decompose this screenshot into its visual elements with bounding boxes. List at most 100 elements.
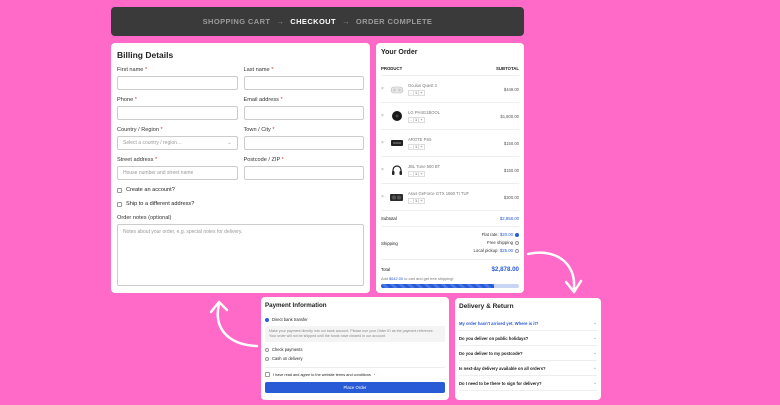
- radio-selected-icon: [515, 232, 519, 237]
- street-field[interactable]: House number and street name: [117, 166, 238, 180]
- shipping-label: Shipping: [381, 240, 398, 246]
- delivery-title: Delivery & Return: [459, 303, 514, 310]
- ship-different-label: Ship to a different address?: [126, 201, 195, 207]
- quantity-stepper[interactable]: -1 +: [408, 170, 425, 177]
- chevron-down-icon: ⌄: [592, 335, 597, 341]
- first-name-label: First name *: [117, 67, 148, 73]
- create-account-checkbox[interactable]: Create an account?: [117, 187, 364, 193]
- progress-fill: [381, 284, 495, 288]
- payment-panel: Payment Information Direct bank transfer…: [261, 297, 449, 400]
- item-price: $150.00: [503, 140, 519, 146]
- step-checkout: CHECKOUT: [290, 17, 336, 26]
- gpu-icon: [389, 192, 404, 203]
- subtotal-label: Subtotal: [381, 216, 397, 221]
- item-name: LG PH4G1BOOL: [408, 109, 441, 115]
- order-item: × Asus GeForce GTX 1660 TI TUF -1 + $300.00: [381, 184, 519, 211]
- postcode-label: Postcode / ZIP *: [243, 157, 284, 163]
- email-field[interactable]: [243, 106, 364, 120]
- quantity-stepper[interactable]: -1 +: [408, 116, 425, 123]
- increase-button[interactable]: +: [419, 145, 424, 149]
- faq-question: Do I need to be there to sign for delive…: [459, 380, 542, 386]
- item-name: Asus GeForce GTX 1660 TI TUF: [408, 190, 470, 196]
- vr-headset-icon: [389, 84, 404, 95]
- faq-item[interactable]: My order hasn't arrived yet. Where is it…: [459, 316, 597, 331]
- radio-icon: [265, 356, 269, 361]
- item-price: $1,800.00: [500, 113, 519, 119]
- faq-item[interactable]: Do you deliver on public holidays? ⌄: [459, 331, 597, 346]
- payment-option-cod[interactable]: Cash on delivery: [265, 356, 445, 361]
- remove-item-icon[interactable]: ×: [381, 140, 389, 146]
- increase-button[interactable]: +: [419, 118, 424, 122]
- quantity-stepper[interactable]: -1 +: [408, 89, 425, 96]
- country-label: Country / Region *: [117, 127, 163, 133]
- subtotal-row: Subtotal $2,858.00: [381, 211, 519, 227]
- billing-details-panel: Billing Details First name * Last name *…: [111, 43, 370, 293]
- shipping-option-free[interactable]: Free shipping: [474, 239, 519, 247]
- shipping-row: Shipping Flat rate: $20.00 Free shipping…: [381, 227, 519, 260]
- checkbox-icon: [117, 187, 122, 193]
- faq-list: My order hasn't arrived yet. Where is it…: [459, 316, 597, 391]
- country-placeholder: Select a country / region…: [123, 140, 182, 146]
- speaker-icon: [389, 111, 404, 122]
- free-shipping-progress: [381, 284, 519, 288]
- terms-checkbox[interactable]: I have read and agree to the website ter…: [265, 367, 445, 377]
- billing-title: Billing Details: [117, 50, 174, 60]
- faq-item[interactable]: Do I need to be there to sign for delive…: [459, 376, 597, 391]
- faq-item[interactable]: Is next-day delivery available on all or…: [459, 361, 597, 376]
- your-order-panel: Your Order PRODUCT SUBTOTAL × Oculus Ques…: [376, 43, 524, 293]
- increase-button[interactable]: +: [419, 172, 424, 176]
- item-name: JBL Tune 500 BT: [408, 163, 441, 169]
- order-item: × Oculus Quest 3-1 + $449.00: [381, 76, 519, 103]
- email-label: Email address *: [243, 97, 283, 103]
- phone-field[interactable]: [117, 106, 238, 120]
- radio-icon: [515, 248, 519, 253]
- remove-item-icon[interactable]: ×: [381, 194, 389, 200]
- payment-option-bank[interactable]: Direct bank transfer: [265, 317, 445, 322]
- delivery-return-panel: Delivery & Return My order hasn't arrive…: [455, 298, 601, 400]
- order-title: Your Order: [381, 49, 418, 56]
- street-label: Street address *: [117, 157, 158, 163]
- quantity-stepper[interactable]: -1 +: [408, 143, 425, 150]
- free-shipping-message: Add $642.00 to cart and get free shippin…: [381, 276, 454, 281]
- place-order-button[interactable]: Place Order: [265, 382, 445, 393]
- ship-different-checkbox[interactable]: Ship to a different address?: [117, 201, 364, 207]
- remove-item-icon[interactable]: ×: [381, 113, 389, 119]
- street-placeholder: House number and street name: [123, 170, 194, 176]
- headphones-icon: [389, 165, 404, 176]
- town-field[interactable]: [243, 136, 364, 150]
- increase-button[interactable]: +: [419, 199, 424, 203]
- chevron-down-icon: ⌄: [227, 140, 232, 146]
- item-price: $150.00: [503, 167, 519, 173]
- payment-title: Payment Information: [265, 302, 327, 309]
- order-items-list: × Oculus Quest 3-1 + $449.00 × LG PH4G1BOOL -1…: [381, 76, 519, 211]
- step-arrow-icon: →: [341, 17, 350, 26]
- order-item: × JBL Tune 500 BT -1 + $150.00: [381, 157, 519, 184]
- remove-item-icon[interactable]: ×: [381, 167, 389, 173]
- remove-item-icon[interactable]: ×: [381, 86, 389, 92]
- faq-item[interactable]: Do you deliver to my postcode? ⌄: [459, 346, 597, 361]
- order-notes-textarea[interactable]: Notes about your order, e.g. special not…: [117, 224, 364, 286]
- checkbox-icon: [117, 201, 122, 207]
- faq-question: Is next-day delivery available on all or…: [459, 365, 546, 371]
- postcode-field[interactable]: [243, 166, 364, 180]
- radio-selected-icon: [265, 317, 269, 322]
- shipping-option-pickup[interactable]: Local pickup: $25.00: [474, 247, 519, 255]
- curved-arrow-right-icon: [526, 251, 583, 294]
- faq-question: My order hasn't arrived yet. Where is it…: [459, 320, 539, 326]
- item-name: Oculus Quest 3: [408, 82, 437, 88]
- step-shopping-cart[interactable]: SHOPPING CART: [203, 17, 271, 26]
- radio-icon: [515, 240, 519, 245]
- quantity-stepper[interactable]: -1 +: [408, 197, 425, 204]
- shipping-option-flat[interactable]: Flat rate: $20.00: [474, 231, 519, 239]
- increase-button[interactable]: +: [419, 91, 424, 95]
- checkbox-icon: [265, 372, 270, 377]
- item-price: $300.00: [503, 194, 519, 200]
- first-name-field[interactable]: [117, 76, 238, 90]
- faq-question: Do you deliver on public holidays?: [459, 335, 529, 341]
- country-select[interactable]: Select a country / region… ⌄: [117, 136, 238, 150]
- subtotal-value: $2,858.00: [499, 216, 519, 221]
- last-name-field[interactable]: [243, 76, 364, 90]
- total-row: Total $2,878.00: [381, 260, 519, 276]
- payment-option-check[interactable]: Check payments: [265, 347, 445, 352]
- total-label: Total: [381, 267, 391, 272]
